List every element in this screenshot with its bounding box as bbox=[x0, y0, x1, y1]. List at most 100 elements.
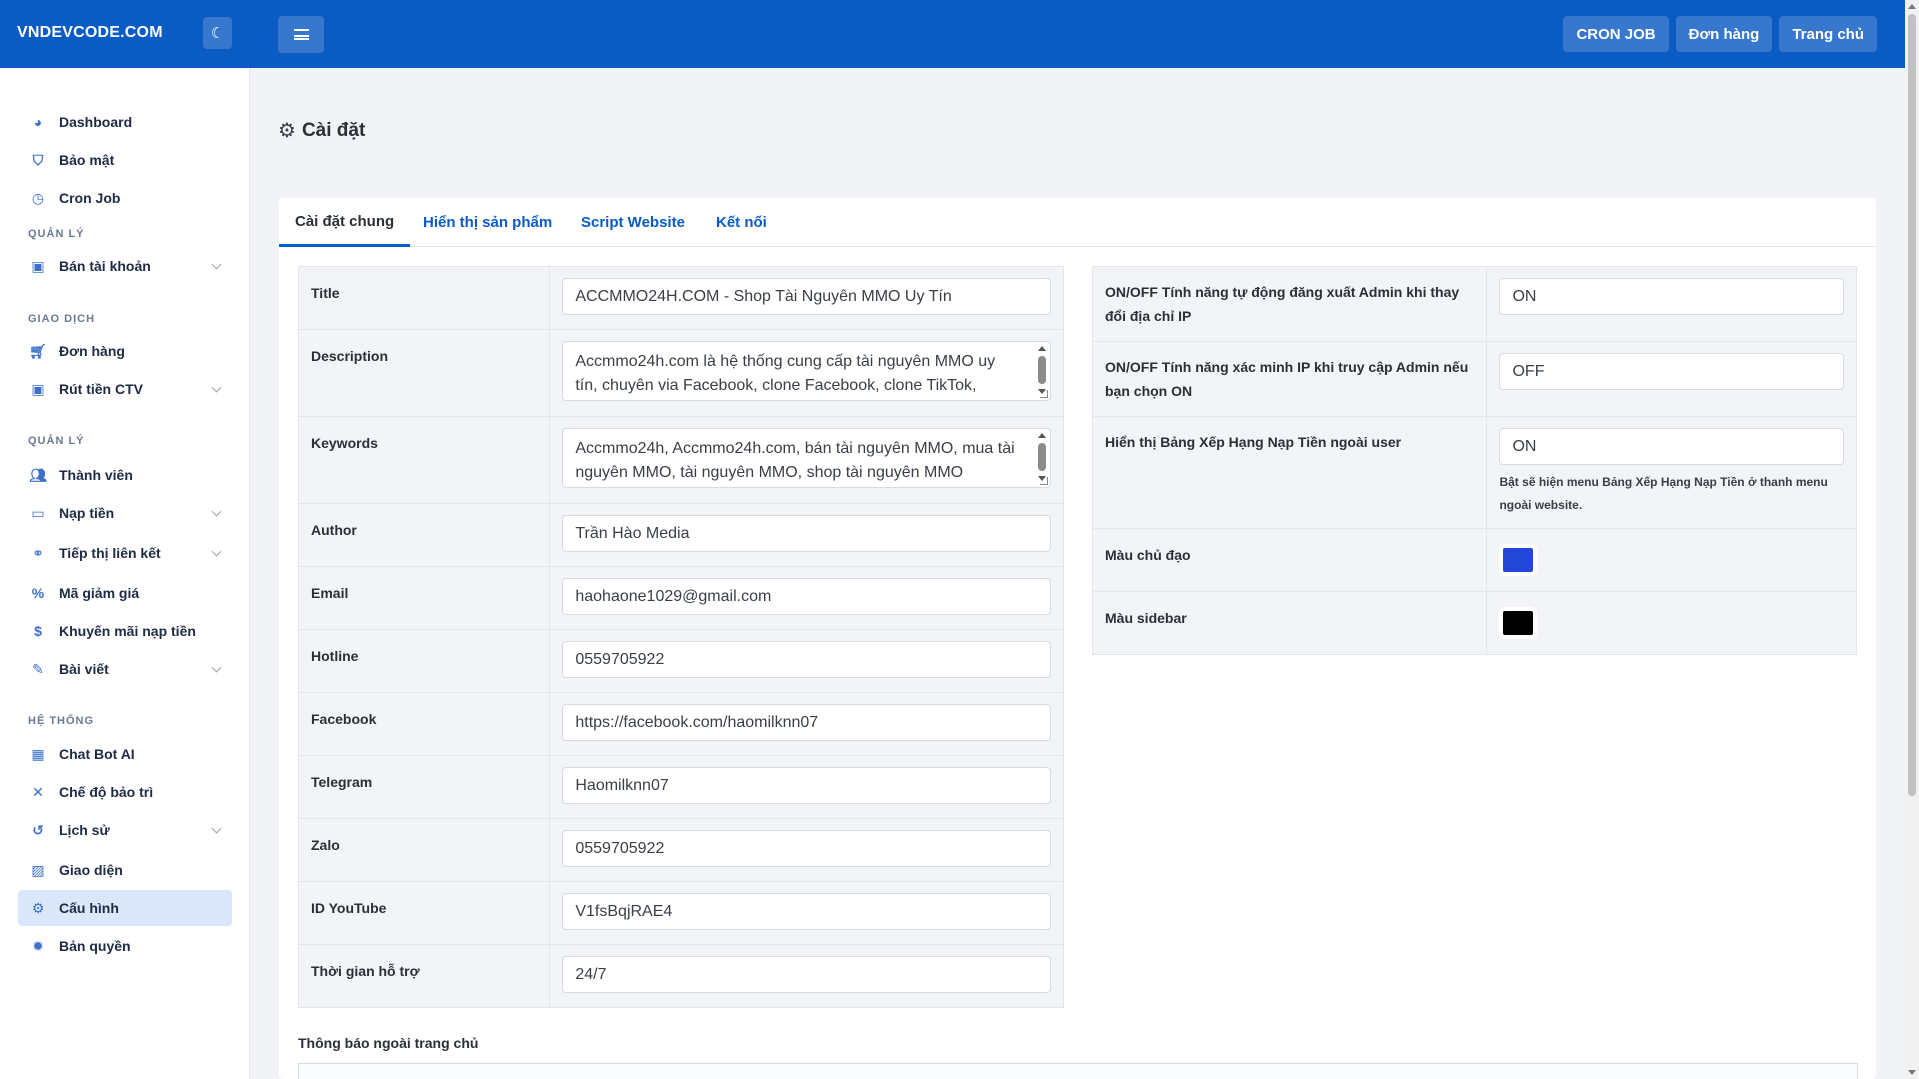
cron-job-button[interactable]: CRON JOB bbox=[1563, 16, 1669, 52]
brand-logo[interactable]: VNDEVCODE.COM bbox=[17, 24, 163, 42]
table-row: Author Trần Hào Media bbox=[297, 503, 1064, 567]
table-row: Facebook https://facebook.com/haomilknn0… bbox=[297, 692, 1064, 756]
zalo-input[interactable]: 0559705922 bbox=[562, 830, 1051, 867]
robot-icon: ▦ bbox=[31, 745, 45, 762]
auto-logout-select[interactable]: ON bbox=[1499, 278, 1844, 315]
sidebar-item-label: Chat Bot AI bbox=[59, 746, 135, 762]
sidebar-section-heading: GIAO DỊCH bbox=[28, 313, 96, 325]
history-icon: ↺ bbox=[32, 821, 44, 838]
badge-icon: ✹ bbox=[32, 937, 44, 954]
resize-handle-icon[interactable] bbox=[1040, 477, 1048, 485]
sidebar-item-label: Khuyến mãi nạp tiền bbox=[59, 623, 196, 639]
scroll-down-icon[interactable] bbox=[1908, 1070, 1916, 1075]
field-label: Description bbox=[297, 329, 551, 417]
table-row: Hiển thị Bảng Xếp Hạng Nạp Tiền ngoài us… bbox=[1091, 416, 1857, 529]
sidebar-item-label: Cron Job bbox=[59, 190, 121, 206]
chevron-down-icon bbox=[211, 662, 222, 673]
resize-handle-icon[interactable] bbox=[1040, 390, 1048, 398]
sidebar-item-security[interactable]: ⛉ Bảo mật bbox=[18, 142, 232, 178]
tab-product-display[interactable]: Hiển thị sản phẩm bbox=[423, 198, 552, 247]
telegram-input[interactable]: Haomilknn07 bbox=[562, 767, 1051, 804]
sidebar-item-license[interactable]: ✹ Bản quyền bbox=[18, 928, 232, 964]
table-row: Thời gian hỗ trợ 24/7 bbox=[297, 944, 1064, 1008]
scroll-up-icon[interactable] bbox=[1908, 4, 1916, 9]
page-scrollbar[interactable] bbox=[1905, 0, 1919, 1079]
sidebar-item-theme[interactable]: ▨ Giao diện bbox=[18, 852, 232, 888]
sidebar-item-cron-job[interactable]: ◷ Cron Job bbox=[18, 180, 232, 216]
table-row: Zalo 0559705922 bbox=[297, 818, 1064, 882]
homepage-notice-label: Thông báo ngoài trang chủ bbox=[298, 1035, 479, 1051]
ranking-display-select[interactable]: ON bbox=[1499, 428, 1844, 465]
author-input[interactable]: Trần Hào Media bbox=[562, 515, 1051, 552]
sidebar-section-heading: QUẢN LÝ bbox=[28, 228, 85, 240]
sidebar-item-label: Chế độ bảo trì bbox=[59, 784, 154, 800]
sidebar-item-sell-accounts[interactable]: ▣ Bán tài khoản bbox=[18, 248, 232, 284]
field-label: Màu chủ đạo bbox=[1091, 528, 1488, 592]
sidebar-item-chatbot[interactable]: ▦ Chat Bot AI bbox=[18, 736, 232, 772]
sidebar-section-heading: QUẢN LÝ bbox=[28, 435, 85, 447]
sidebar-item-label: Tiếp thị liên kết bbox=[59, 545, 161, 561]
top-navbar: VNDEVCODE.COM ☾ CRON JOB Đơn hàng Trang … bbox=[0, 0, 1905, 68]
sidebar-item-label: Dashboard bbox=[59, 114, 133, 130]
field-label: ID YouTube bbox=[297, 881, 551, 945]
sidebar-item-label: Bán tài khoản bbox=[59, 258, 151, 274]
tab-general[interactable]: Cài đặt chung bbox=[279, 198, 411, 247]
title-input[interactable]: ACCMMO24H.COM - Shop Tài Nguyên MMO Uy T… bbox=[562, 278, 1051, 315]
youtube-id-input[interactable]: V1fsBqjRAE4 bbox=[562, 893, 1051, 930]
field-hint: Bật sẽ hiện menu Bảng Xếp Hạng Nạp Tiền … bbox=[1499, 475, 1828, 512]
hamburger-icon bbox=[293, 29, 309, 40]
palette-icon: ◕ bbox=[33, 114, 43, 130]
clock-icon: ◷ bbox=[31, 189, 45, 206]
sidebar-item-orders[interactable]: 🛒︎ Đơn hàng bbox=[18, 333, 232, 369]
tools-icon: ✕ bbox=[32, 783, 44, 800]
home-button[interactable]: Trang chủ bbox=[1779, 16, 1877, 52]
sidebar-item-deposit-promo[interactable]: $ Khuyến mãi nạp tiền bbox=[18, 613, 232, 649]
sidebar-item-history[interactable]: ↺ Lịch sử bbox=[18, 812, 232, 848]
ip-verify-select[interactable]: OFF bbox=[1499, 353, 1844, 390]
description-textarea[interactable]: Accmmo24h.com là hệ thống cung cấp tài n… bbox=[562, 341, 1051, 401]
gear-icon: ⚙ bbox=[31, 899, 45, 916]
tab-connections[interactable]: Kết nối bbox=[716, 198, 767, 247]
tab-script-website[interactable]: Script Website bbox=[581, 198, 685, 247]
hotline-input[interactable]: 0559705922 bbox=[562, 641, 1051, 678]
field-label: ON/OFF Tính năng tự động đăng xuất Admin… bbox=[1091, 266, 1488, 342]
sidebar-item-coupons[interactable]: % Mã giảm giá bbox=[18, 575, 232, 611]
keywords-textarea[interactable]: Accmmo24h, Accmmo24h.com, bán tài nguyên… bbox=[562, 428, 1051, 488]
sidebar-color-picker[interactable] bbox=[1499, 607, 1538, 639]
sidebar-item-dashboard[interactable]: ◕ Dashboard bbox=[18, 104, 232, 140]
sidebar-item-members[interactable]: 👥︎ Thành viên bbox=[18, 457, 232, 493]
table-row: Email haohaone1029@gmail.com bbox=[297, 566, 1064, 630]
textarea-scrollbar[interactable] bbox=[1036, 344, 1048, 396]
sidebar-item-posts[interactable]: ✎ Bài viết bbox=[18, 651, 232, 687]
rich-text-editor-toolbar[interactable] bbox=[298, 1063, 1858, 1079]
dark-mode-toggle-button[interactable]: ☾ bbox=[203, 17, 232, 49]
security-settings-table: ON/OFF Tính năng tự động đăng xuất Admin… bbox=[1091, 266, 1857, 655]
sidebar-item-label: Nạp tiền bbox=[59, 505, 115, 521]
sidebar-item-ctv-withdraw[interactable]: ▣ Rút tiền CTV bbox=[18, 371, 232, 407]
field-label: Title bbox=[297, 266, 551, 330]
field-label: Keywords bbox=[297, 416, 551, 504]
textarea-scrollbar[interactable] bbox=[1036, 431, 1048, 483]
scrollbar-thumb[interactable] bbox=[1908, 14, 1916, 796]
sidebar-item-config[interactable]: ⚙ Cấu hình bbox=[18, 890, 232, 926]
sidebar-item-label: Lịch sử bbox=[59, 822, 110, 838]
page-title-text: Cài đặt bbox=[301, 119, 366, 141]
table-row: Màu sidebar bbox=[1091, 591, 1857, 655]
field-label: Facebook bbox=[297, 692, 551, 756]
chevron-down-icon bbox=[211, 546, 222, 557]
sidebar: ◕ Dashboard ⛉ Bảo mật ◷ Cron Job QUẢN LÝ… bbox=[0, 68, 250, 1079]
sidebar-toggle-button[interactable] bbox=[278, 16, 324, 53]
brand-area: VNDEVCODE.COM ☾ bbox=[0, 0, 250, 68]
orders-button[interactable]: Đơn hàng bbox=[1675, 16, 1773, 52]
sidebar-item-label: Đơn hàng bbox=[59, 343, 125, 359]
facebook-input[interactable]: https://facebook.com/haomilknn07 bbox=[562, 704, 1051, 741]
field-label: Zalo bbox=[297, 818, 551, 882]
support-hours-input[interactable]: 24/7 bbox=[562, 956, 1051, 993]
sidebar-item-affiliate[interactable]: ⚭ Tiếp thị liên kết bbox=[18, 535, 232, 571]
users-icon: 👥︎ bbox=[29, 466, 47, 483]
primary-color-picker[interactable] bbox=[1499, 544, 1538, 576]
sidebar-item-deposit[interactable]: ▭ Nạp tiền bbox=[18, 495, 232, 531]
sidebar-item-maintenance[interactable]: ✕ Chế độ bảo trì bbox=[18, 774, 232, 810]
email-input[interactable]: haohaone1029@gmail.com bbox=[562, 578, 1051, 615]
sidebar-item-label: Rút tiền CTV bbox=[59, 381, 143, 397]
